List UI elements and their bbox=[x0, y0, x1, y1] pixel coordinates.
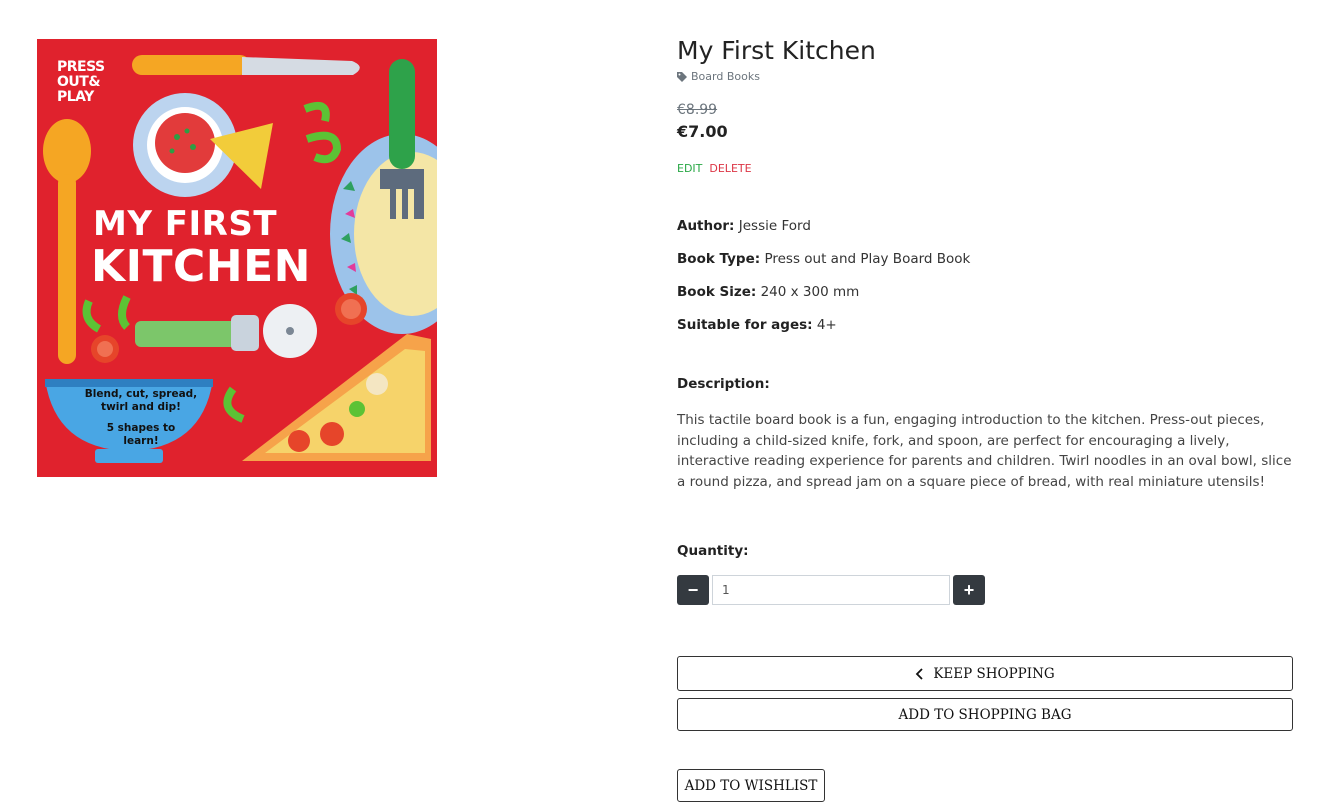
chevron-left-icon bbox=[916, 667, 923, 680]
author-value: Jessie Ford bbox=[738, 218, 811, 234]
cover-bowl-text: Blend, cut, spread, twirl and dip! 5 sha… bbox=[84, 388, 198, 447]
minus-icon: − bbox=[687, 580, 699, 600]
ages-row: Suitable for ages: 4+ bbox=[677, 317, 837, 333]
ages-value: 4+ bbox=[816, 317, 837, 333]
tag-icon bbox=[677, 71, 687, 82]
admin-links: EDIT DELETE bbox=[677, 162, 752, 175]
book-size-label: Book Size: bbox=[677, 284, 757, 300]
ages-label: Suitable for ages: bbox=[677, 317, 813, 333]
book-type-value: Press out and Play Board Book bbox=[764, 251, 971, 267]
increment-button[interactable]: + bbox=[953, 575, 985, 605]
book-type-row: Book Type: Press out and Play Board Book bbox=[677, 251, 970, 267]
product-title: My First Kitchen bbox=[677, 36, 876, 65]
category-link[interactable]: Board Books bbox=[677, 70, 760, 83]
description-text: This tactile board book is a fun, engagi… bbox=[677, 412, 1292, 490]
author-row: Author: Jessie Ford bbox=[677, 218, 811, 234]
decrement-button[interactable]: − bbox=[677, 575, 709, 605]
price: €7.00 bbox=[677, 122, 728, 141]
plus-icon: + bbox=[963, 580, 975, 600]
quantity-label: Quantity: bbox=[677, 543, 749, 559]
delete-link[interactable]: DELETE bbox=[709, 162, 751, 175]
category-label: Board Books bbox=[691, 70, 760, 83]
keep-shopping-button[interactable]: KEEP SHOPPING bbox=[677, 656, 1293, 691]
book-size-value: 240 x 300 mm bbox=[760, 284, 860, 300]
add-to-bag-button[interactable]: ADD TO SHOPPING BAG bbox=[677, 698, 1293, 731]
author-label: Author: bbox=[677, 218, 735, 234]
cover-title: MY FIRST KITCHEN bbox=[91, 204, 311, 292]
book-size-row: Book Size: 240 x 300 mm bbox=[677, 284, 859, 300]
book-type-label: Book Type: bbox=[677, 251, 761, 267]
add-to-bag-label: ADD TO SHOPPING BAG bbox=[898, 706, 1072, 723]
old-price: €8.99 bbox=[677, 102, 718, 118]
add-to-wishlist-button[interactable]: ADD TO WISHLIST bbox=[677, 769, 825, 802]
product-image: PRESS OUT& PLAY MY FIRST KITCHEN Blend, … bbox=[37, 39, 437, 477]
edit-link[interactable]: EDIT bbox=[677, 162, 702, 175]
cover-brand: PRESS OUT& PLAY bbox=[57, 59, 105, 105]
add-to-wishlist-label: ADD TO WISHLIST bbox=[684, 777, 818, 794]
keep-shopping-label: KEEP SHOPPING bbox=[933, 665, 1055, 682]
quantity-input[interactable] bbox=[712, 575, 950, 605]
description-heading: Description: bbox=[677, 376, 770, 392]
